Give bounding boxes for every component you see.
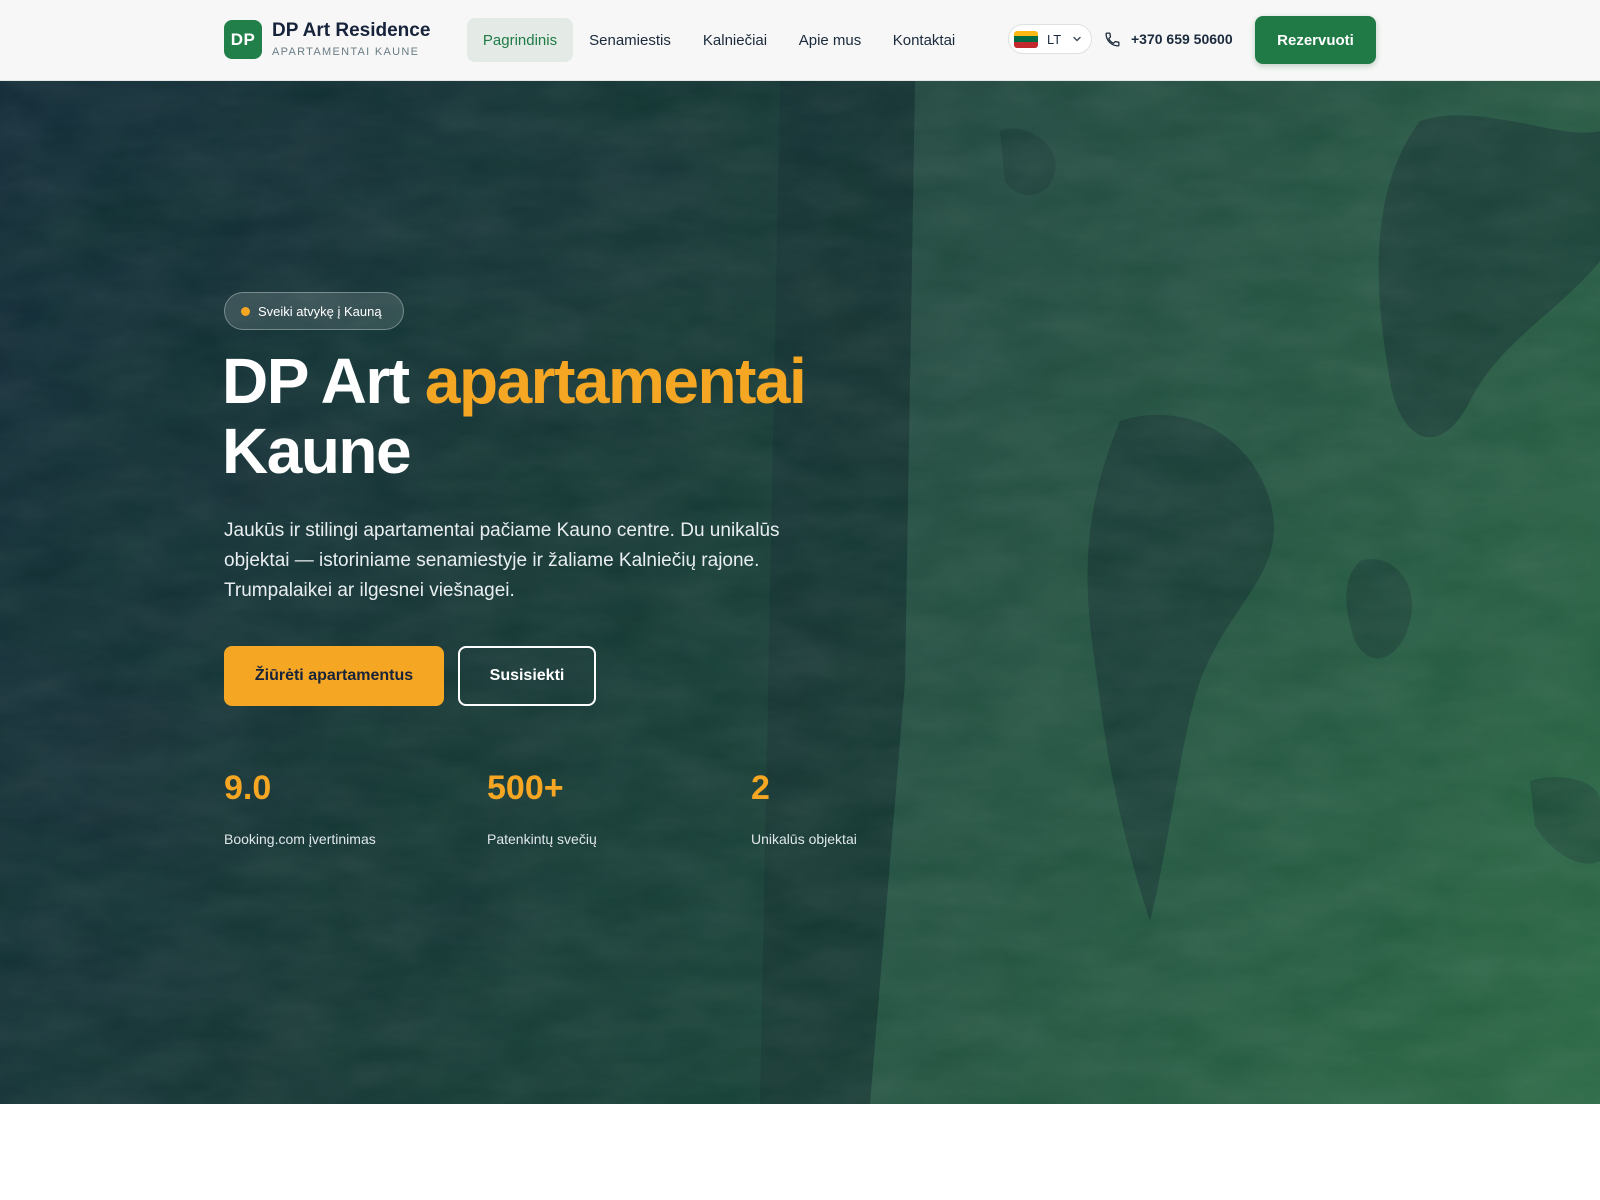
stat-label-rating: Booking.com įvertinimas bbox=[224, 831, 376, 847]
nav-item-kontaktai[interactable]: Kontaktai bbox=[882, 18, 966, 62]
brand-name[interactable]: DP Art Residence bbox=[272, 20, 430, 42]
language-selected: LT bbox=[1047, 31, 1062, 47]
brand-subtitle: APARTAMENTAI KAUNE bbox=[272, 46, 420, 58]
hero-title-end: Kaune bbox=[222, 415, 412, 487]
phone-link[interactable]: +370 659 50600 bbox=[1104, 27, 1233, 51]
logo-badge[interactable]: DP bbox=[224, 20, 262, 59]
status-dot-icon bbox=[241, 306, 250, 316]
chevron-down-icon bbox=[1073, 36, 1081, 42]
stat-value-rating: 9.0 bbox=[224, 769, 272, 807]
nav-item-senamiestis[interactable]: Senamiestis bbox=[578, 18, 682, 62]
phone-icon bbox=[1105, 31, 1120, 47]
hero-section: Sveiki atvykę į Kauną DP Art apartamenta… bbox=[0, 81, 1600, 1104]
view-apartments-button[interactable]: Žiūrėti apartamentus bbox=[224, 646, 444, 706]
phone-number: +370 659 50600 bbox=[1131, 31, 1233, 47]
hero-title-accent: apartamentai bbox=[424, 345, 807, 417]
stat-value-guests: 500+ bbox=[487, 769, 564, 807]
hero-title-main: DP Art bbox=[222, 345, 425, 417]
book-button[interactable]: Rezervuoti bbox=[1255, 16, 1376, 64]
hero-description: Jaukūs ir stilingi apartamentai pačiame … bbox=[224, 520, 780, 601]
nav-item-pagrindinis[interactable]: Pagrindinis bbox=[467, 18, 573, 62]
welcome-badge: Sveiki atvykę į Kauną bbox=[224, 292, 404, 330]
stat-label-guests: Patenkintų svečių bbox=[487, 831, 597, 847]
lithuania-flag-icon bbox=[1014, 30, 1038, 48]
nav-item-apie-mus[interactable]: Apie mus bbox=[788, 18, 872, 62]
stat-label-objects: Unikalūs objektai bbox=[751, 831, 857, 847]
site-header: DP DP Art Residence APARTAMENTAI KAUNE P… bbox=[0, 0, 1600, 81]
nav-item-kalnieciai[interactable]: Kalniečiai bbox=[692, 18, 778, 62]
contact-button[interactable]: Susisiekti bbox=[458, 646, 596, 706]
welcome-badge-text: Sveiki atvykę į Kauną bbox=[258, 303, 382, 319]
language-select[interactable]: LT bbox=[1008, 24, 1092, 54]
hero-content: Sveiki atvykę į Kauną DP Art apartamenta… bbox=[0, 81, 1600, 1104]
hero-title: DP Art apartamentai Kaune bbox=[222, 345, 807, 487]
stat-value-objects: 2 bbox=[751, 769, 770, 807]
